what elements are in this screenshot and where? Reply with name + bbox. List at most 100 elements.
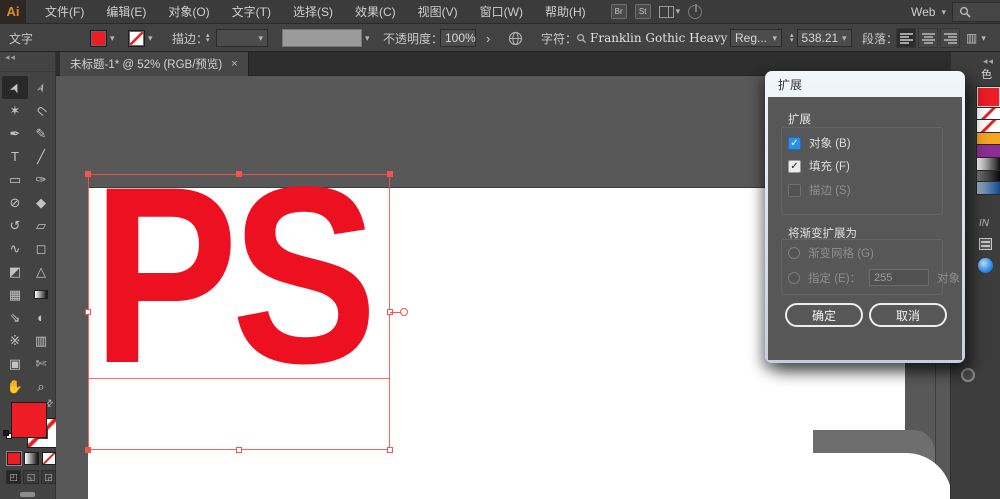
checkbox-checked-icon[interactable]: ✓ [788,159,801,173]
blend-tool[interactable]: ◐ [28,306,54,329]
direct-selection-tool[interactable]: ➢ [28,76,54,99]
selection-handle-top-left[interactable] [85,171,91,177]
document-setup-globe-icon[interactable] [508,31,523,46]
stroke-color-swatch[interactable] [128,29,145,47]
magic-wand-tool[interactable]: ✶ [2,99,28,122]
chevron-down-icon[interactable]: ▾ [148,33,153,44]
artboard-tool[interactable]: ▣ [2,352,28,375]
none-button[interactable] [41,452,56,465]
shape-builder-tool[interactable]: ◩ [2,260,28,283]
align-center-button[interactable] [918,28,938,48]
align-left-button[interactable] [896,28,916,48]
selection-handle-bottom-center[interactable] [236,447,242,453]
arrange-documents-button[interactable]: ▾ [658,5,680,18]
font-style-select[interactable]: Reg... ▾ [730,29,782,47]
panel-icon[interactable]: ▥ [966,31,977,45]
text-out-port[interactable] [400,308,408,316]
fill-proxy[interactable] [11,402,47,438]
swatch-none[interactable] [976,120,1000,133]
selection-handle-middle-left[interactable] [85,309,91,315]
bridge-button[interactable]: Br [610,4,627,19]
panel-collapse-icon[interactable]: ◂◂ [0,52,55,64]
width-tool[interactable]: ∿ [2,237,28,260]
menu-item[interactable]: 文件(F) [34,0,95,24]
rectangle-tool[interactable]: ▭ [2,168,28,191]
share-icon[interactable] [688,3,703,19]
type-tool[interactable]: T [2,145,28,168]
opacity-value[interactable]: 100% [440,29,476,47]
stock-button[interactable]: St [634,4,651,19]
stroke-weight-select[interactable]: ▾ [216,29,268,47]
column-graph-tool[interactable]: ▥ [28,329,54,352]
panel-thumbnail-icon[interactable] [979,238,992,250]
workspace-switcher[interactable]: Web ▾ [905,3,952,21]
swatch-dark-gradient[interactable] [976,171,1000,182]
selection-handle-bottom-left[interactable] [85,447,91,453]
draw-normal-button[interactable]: ◰ [6,470,22,484]
eyedropper-tool[interactable]: ⇘ [2,306,28,329]
swatch-red[interactable] [976,86,1000,108]
opacity-expand-chevron[interactable]: › [486,24,490,52]
font-family-select[interactable]: Franklin Gothic Heavy [590,31,727,45]
hand-tool[interactable]: ✋ [2,375,28,398]
document-tab[interactable]: 未标题-1* @ 52% (RGB/预览) × [60,52,249,76]
pencil-tool[interactable]: ⊘ [2,191,28,214]
curvature-pen-tool[interactable]: ✎ [28,122,54,145]
cancel-button[interactable]: 取消 [869,303,947,327]
zoom-tool[interactable]: ⌕ [28,375,54,398]
chevron-down-icon[interactable]: ▾ [110,33,115,44]
menu-item[interactable]: 视图(V) [407,0,469,24]
menu-item[interactable]: 选择(S) [282,0,344,24]
perspective-grid-tool[interactable]: △ [28,260,54,283]
gradient-button[interactable] [24,452,39,465]
object-checkbox-row[interactable]: ✓ 对象 (B) [788,135,851,151]
menu-item[interactable]: 帮助(H) [534,0,597,24]
menu-item[interactable]: 窗口(W) [469,0,534,24]
selection-handle-top-right[interactable] [387,171,393,177]
menu-item[interactable]: 效果(C) [344,0,407,24]
selection-tool[interactable]: ➤ [2,76,28,99]
draw-behind-button[interactable]: ◱ [23,470,39,484]
menu-item[interactable]: 对象(O) [157,0,220,24]
swatch-blue[interactable] [976,182,1000,195]
menu-item[interactable]: 文字(T) [221,0,282,24]
gradient-tool[interactable] [28,283,54,306]
chevron-down-icon[interactable]: ▾ [981,33,986,44]
free-transform-tool[interactable]: ◻ [28,237,54,260]
swatch-purple[interactable] [976,145,1000,158]
brush-definition-select[interactable] [282,29,362,47]
ok-button[interactable]: 确定 [785,303,863,327]
menu-item[interactable]: 编辑(E) [95,0,157,24]
checkbox-checked-icon[interactable]: ✓ [788,136,801,150]
collapsed-panel-circle-icon[interactable] [961,368,975,382]
font-size-stepper[interactable]: ▴ ▾ [790,32,794,44]
eraser-tool[interactable]: ◆ [28,191,54,214]
close-icon[interactable]: × [231,58,237,70]
mesh-tool[interactable]: ▦ [2,283,28,306]
selection-handle-top-center[interactable] [236,171,242,177]
search-field[interactable] [952,2,1000,22]
color-button[interactable] [5,451,23,466]
paintbrush-tool[interactable]: ✑ [28,168,54,191]
selection-handle-bottom-right[interactable] [387,447,393,453]
align-right-button[interactable] [940,28,960,48]
font-size-select[interactable]: 538.21 ▾ [796,29,852,47]
lasso-tool[interactable]: ⊂ [28,99,54,122]
fill-checkbox-row[interactable]: ✓ 填充 (F) [788,158,850,174]
rotate-tool[interactable]: ↺ [2,214,28,237]
slice-tool[interactable]: ✄ [28,352,54,375]
panel-grip[interactable] [0,64,55,72]
swatch-gradient[interactable] [976,158,1000,171]
pen-tool[interactable]: ✒ [2,122,28,145]
fill-color-swatch[interactable] [90,29,107,47]
chevron-down-icon[interactable]: ▾ [365,33,370,44]
symbol-sprayer-tool[interactable]: ※ [2,329,28,352]
scale-tool[interactable]: ▱ [28,214,54,237]
stroke-stepper[interactable]: ▴ ▾ [206,32,210,44]
swatch-orange[interactable] [976,133,1000,145]
draw-inside-button[interactable]: ◲ [40,470,56,484]
blue-sphere-icon[interactable] [978,258,993,273]
dialog-title[interactable]: 扩展 [768,71,962,97]
swatch-none-small[interactable] [976,108,1000,120]
screen-mode-button[interactable] [20,492,35,497]
